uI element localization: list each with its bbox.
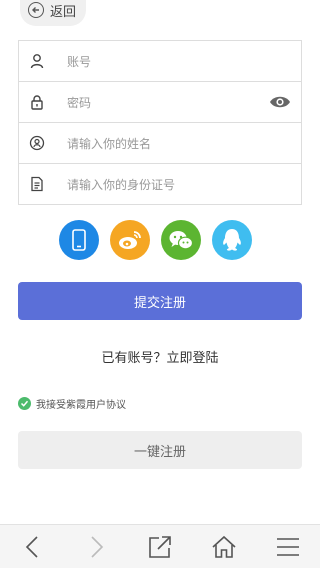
login-prompt-text: 已有账号？ [101, 351, 167, 366]
agreement-checkbox-row[interactable]: 我接受紫霞用户协议 [18, 396, 126, 411]
share-icon[interactable] [147, 535, 173, 559]
home-icon[interactable] [211, 535, 237, 559]
arrow-left-icon [28, 2, 44, 18]
eye-icon[interactable] [269, 94, 291, 110]
weibo-icon [119, 231, 141, 249]
menu-icon[interactable] [275, 535, 301, 559]
document-icon [31, 176, 43, 192]
name-row [19, 123, 301, 165]
back-label: 返回 [50, 4, 77, 20]
phone-icon [72, 229, 86, 251]
quick-register-label: 一键注册 [133, 444, 186, 460]
id-number-input[interactable] [65, 164, 269, 206]
account-row [19, 41, 301, 83]
account-input[interactable] [65, 41, 269, 83]
lock-icon [31, 95, 43, 110]
back-button[interactable]: 返回 [20, 0, 86, 26]
wechat-login-button[interactable] [161, 220, 201, 260]
back-icon[interactable] [20, 535, 46, 559]
forward-icon[interactable] [83, 535, 109, 559]
id-row [19, 164, 301, 206]
wechat-icon [169, 231, 194, 250]
agreement-text: 我接受紫霞用户协议 [36, 400, 126, 411]
bottom-nav-bar [0, 524, 320, 568]
password-input[interactable] [65, 82, 269, 124]
qq-login-button[interactable] [212, 220, 252, 260]
name-input[interactable] [65, 123, 269, 165]
password-row [19, 82, 301, 124]
submit-register-label: 提交注册 [133, 295, 186, 311]
weibo-login-button[interactable] [110, 220, 150, 260]
phone-login-button[interactable] [59, 220, 99, 260]
user-icon [30, 54, 44, 69]
checkmark-icon[interactable] [18, 397, 31, 410]
qq-icon [223, 229, 241, 251]
name-badge-icon [29, 135, 45, 151]
login-now-link[interactable]: 立即登陆 [167, 351, 219, 366]
quick-register-button[interactable]: 一键注册 [18, 431, 302, 469]
submit-register-button[interactable]: 提交注册 [18, 282, 302, 320]
registration-form [18, 40, 302, 206]
login-prompt: 已有账号？立即登陆 [0, 347, 320, 366]
